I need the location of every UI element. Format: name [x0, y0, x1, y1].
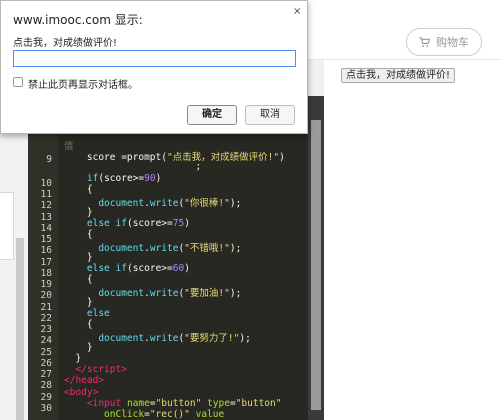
line-number: 28 — [40, 380, 52, 391]
left-collapsed-panel[interactable] — [0, 192, 14, 260]
code-line-29: <body> — [64, 387, 99, 398]
code-line-27: </script> — [75, 364, 127, 375]
dialog-title: www.imooc.com 显示: — [13, 13, 143, 27]
line-number: 13 — [40, 212, 52, 223]
prompt-dialog: www.imooc.com 显示: × 点击我，对成绩做评价! 禁止此页再显示对… — [0, 0, 308, 134]
line-number: 22 — [40, 313, 52, 324]
code-line-22: else — [86, 308, 110, 319]
line-number: 17 — [40, 257, 52, 268]
line-number: 20 — [40, 290, 52, 301]
code-line-9-wrap: ; — [64, 161, 202, 172]
prompt-input[interactable] — [13, 50, 296, 67]
code-line-19: { — [64, 274, 93, 285]
code-line-28: </head> — [64, 375, 105, 386]
code-line-11: { — [64, 184, 93, 195]
left-scrollbar[interactable] — [16, 238, 24, 420]
code-line-21: } — [64, 297, 93, 308]
preview-rate-button[interactable]: 点击我，对成绩做评价! — [341, 68, 456, 83]
line-number: 10 — [40, 178, 52, 189]
line-number: 19 — [40, 279, 52, 290]
cart-label: 购物车 — [436, 36, 469, 49]
line-number: 12 — [40, 200, 52, 211]
editor-scrollbar-thumb[interactable] — [311, 120, 321, 410]
suppress-dialogs-checkbox[interactable] — [13, 77, 23, 87]
line-number: 18 — [40, 268, 52, 279]
cancel-button[interactable]: 取消 — [245, 105, 295, 125]
line-number: 27 — [40, 369, 52, 380]
code-line-26: } — [64, 353, 82, 364]
ok-button[interactable]: 确定 — [187, 105, 237, 125]
cart-button[interactable]: 购物车 — [406, 28, 482, 56]
code-line-30: <input name="button" type="button" — [86, 398, 282, 409]
result-preview-pane — [324, 60, 500, 420]
code-line-13: } — [64, 207, 93, 218]
code-line-15: { — [64, 229, 93, 240]
code-line-30-wrap: onClick="rec()" value — [104, 409, 225, 420]
line-number-gutter: 9 10 11 12 13 14 15 16 17 18 19 20 21 22… — [28, 96, 58, 420]
code-line-18: else if(score>=60) — [86, 263, 190, 274]
dialog-message: 点击我，对成绩做评价! — [13, 38, 118, 49]
line-number: 25 — [40, 347, 52, 358]
code-editor[interactable]: 9 10 11 12 13 14 15 16 17 18 19 20 21 22… — [28, 96, 308, 420]
close-icon[interactable]: × — [293, 6, 301, 17]
code-line-10: if(score>=90) — [86, 173, 162, 184]
line-number: 26 — [40, 358, 52, 369]
line-number: 30 — [40, 403, 52, 414]
line-number: 15 — [40, 234, 52, 245]
code-line-14: else if(score>=75) — [86, 218, 190, 229]
line-number: 21 — [40, 302, 52, 313]
cart-icon — [419, 36, 430, 47]
line-number: 16 — [40, 245, 52, 256]
line-number: 29 — [40, 392, 52, 403]
line-number: 9 — [46, 154, 52, 165]
suppress-dialogs-label: 禁止此页再显示对话框。 — [28, 80, 138, 91]
code-line-25: } — [64, 342, 93, 353]
line-number: 24 — [40, 335, 52, 346]
line-number: 11 — [40, 189, 52, 200]
line-number: 23 — [40, 324, 52, 335]
code-line-23: { — [64, 319, 93, 330]
code-line-17: } — [64, 252, 93, 263]
line-number: 14 — [40, 223, 52, 234]
